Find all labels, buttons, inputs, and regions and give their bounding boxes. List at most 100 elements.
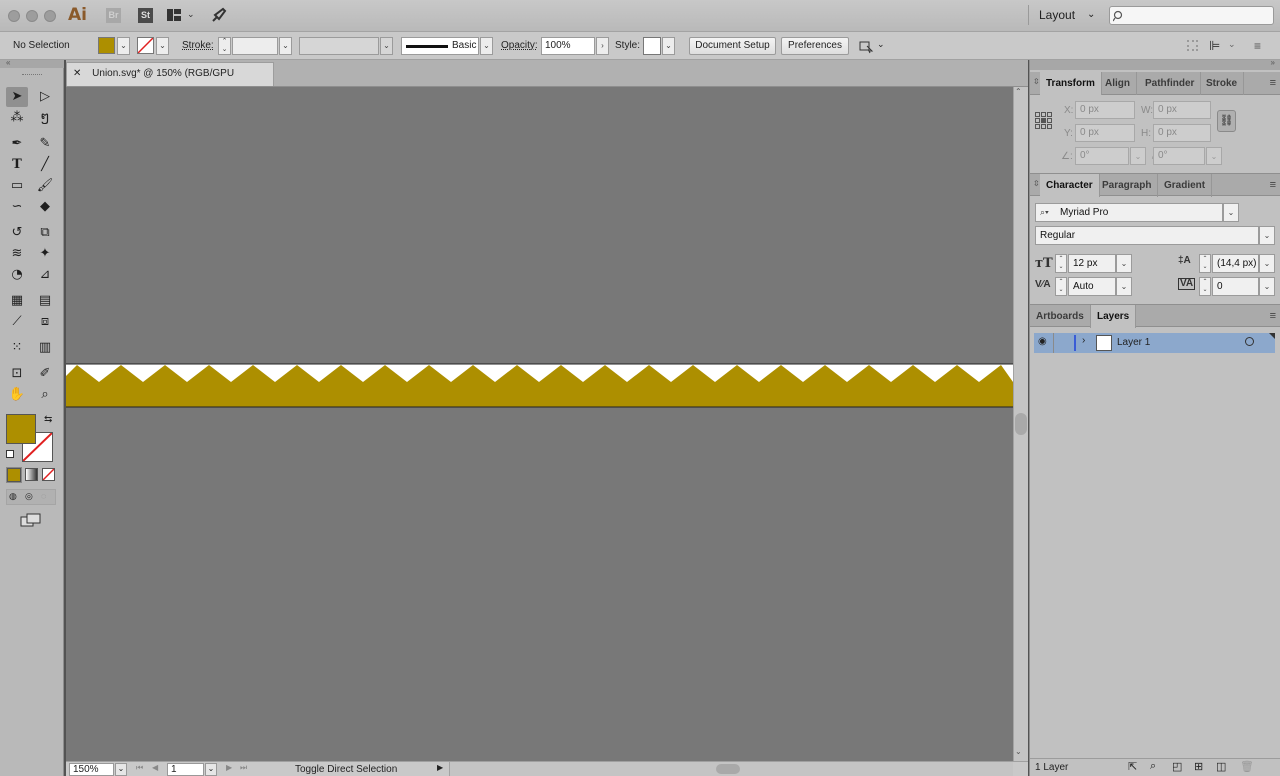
- leading-stepper[interactable]: ⌃ ⌄: [1199, 254, 1211, 273]
- kerning-stepper[interactable]: ⌃ ⌄: [1055, 277, 1067, 296]
- none-mode-button[interactable]: [42, 468, 55, 481]
- draw-behind-icon[interactable]: ◎: [25, 491, 33, 502]
- font-family-dropdown[interactable]: ⌄: [1223, 203, 1239, 222]
- kerning-input[interactable]: Auto: [1068, 277, 1116, 296]
- direct-selection-tool[interactable]: ▷: [34, 87, 56, 107]
- gradient-tool[interactable]: ▤: [34, 291, 56, 311]
- layer-row[interactable]: ◉ › Layer 1: [1034, 333, 1275, 353]
- close-window-button[interactable]: [8, 10, 20, 22]
- help-search-input[interactable]: [1109, 6, 1274, 25]
- paintbrush-tool[interactable]: 🖌: [34, 176, 56, 196]
- tab-paragraph[interactable]: Paragraph: [1096, 174, 1159, 197]
- reference-point-icon[interactable]: [1035, 112, 1052, 129]
- shear-input[interactable]: 0°: [1153, 147, 1205, 165]
- font-size-stepper[interactable]: ⌃ ⌄: [1055, 254, 1067, 273]
- tab-artboards[interactable]: Artboards: [1030, 305, 1091, 328]
- tracking-input[interactable]: 0: [1212, 277, 1259, 296]
- symbol-sprayer-tool[interactable]: ⁙: [6, 338, 28, 358]
- dock-header[interactable]: »: [1030, 58, 1280, 70]
- blend-tool[interactable]: ⧈: [34, 312, 56, 332]
- stroke-weight-dropdown[interactable]: ⌄: [279, 37, 292, 55]
- document-setup-button[interactable]: Document Setup: [689, 37, 776, 55]
- graphic-style-dropdown[interactable]: ⌄: [662, 37, 675, 55]
- clipping-mask-icon[interactable]: ◰: [1172, 760, 1182, 773]
- swap-fill-stroke-icon[interactable]: ⇆: [44, 414, 52, 425]
- screen-mode-icon[interactable]: [20, 513, 42, 527]
- opacity-label[interactable]: Opacity:: [501, 37, 538, 55]
- chevron-down-icon[interactable]: ⌄: [1228, 39, 1236, 50]
- curvature-tool[interactable]: ✎: [34, 134, 56, 154]
- line-segment-tool[interactable]: ╱: [34, 155, 56, 175]
- x-input[interactable]: 0 px: [1075, 101, 1135, 119]
- locate-object-icon[interactable]: ⌕: [1150, 760, 1156, 773]
- shaper-tool[interactable]: ∽: [6, 197, 28, 217]
- eyedropper-tool[interactable]: ⟋: [6, 312, 28, 332]
- lasso-tool[interactable]: ໆ: [34, 108, 56, 128]
- horizontal-scroll-thumb[interactable]: [716, 764, 740, 774]
- workspace-switcher[interactable]: Layout ⌄: [1028, 5, 1100, 25]
- close-tab-icon[interactable]: ✕: [73, 68, 81, 79]
- default-fill-stroke-icon[interactable]: [6, 450, 14, 458]
- control-bar-menu-icon[interactable]: ≡: [1254, 39, 1261, 53]
- first-artboard-icon[interactable]: ⏮: [136, 763, 143, 773]
- shape-builder-tool[interactable]: ◔: [6, 265, 28, 285]
- scale-tool[interactable]: ⧉: [34, 223, 56, 243]
- selection-tool[interactable]: ➤: [6, 87, 28, 107]
- zoom-level-input[interactable]: 150%: [69, 763, 114, 776]
- last-artboard-icon[interactable]: ⏭: [240, 763, 247, 773]
- document-tab[interactable]: ✕ Union.svg* @ 150% (RGB/GPU Preview): [66, 62, 274, 101]
- chevron-down-icon[interactable]: ⌄: [187, 9, 195, 20]
- gpu-performance-icon[interactable]: [211, 7, 227, 23]
- tab-layers[interactable]: Layers: [1091, 305, 1137, 328]
- leading-dropdown[interactable]: ⌄: [1259, 254, 1275, 273]
- graphic-style-swatch[interactable]: [643, 37, 661, 55]
- tab-gradient[interactable]: Gradient: [1158, 174, 1213, 197]
- width-tool[interactable]: ≋: [6, 244, 28, 264]
- bridge-button[interactable]: Br: [106, 8, 121, 23]
- collapse-icon[interactable]: ⇳: [1033, 179, 1040, 188]
- draw-normal-icon[interactable]: ◍: [9, 491, 17, 502]
- brush-dropdown[interactable]: ⌄: [480, 37, 493, 55]
- panel-menu-icon[interactable]: ≡: [1270, 179, 1276, 191]
- scroll-down-icon[interactable]: ⌄: [1015, 747, 1022, 756]
- fill-swatch[interactable]: [98, 37, 115, 54]
- canvas[interactable]: [66, 87, 1013, 761]
- chevron-down-icon[interactable]: ⌄: [877, 39, 885, 50]
- horizontal-scrollbar[interactable]: [449, 762, 1013, 776]
- magic-wand-tool[interactable]: ⁂: [6, 108, 28, 128]
- collapse-icon[interactable]: ⇳: [1033, 77, 1040, 86]
- arrange-documents-icon[interactable]: [167, 9, 181, 21]
- select-similar-icon[interactable]: [858, 38, 874, 54]
- pen-tool[interactable]: ✒: [6, 134, 28, 154]
- lock-column[interactable]: [1053, 333, 1054, 353]
- next-artboard-icon[interactable]: ▶: [226, 763, 232, 772]
- rotate-input[interactable]: 0°: [1075, 147, 1129, 165]
- stroke-label[interactable]: Stroke:: [182, 37, 214, 55]
- kerning-dropdown[interactable]: ⌄: [1116, 277, 1132, 296]
- zoom-window-button[interactable]: [44, 10, 56, 22]
- zoom-tool[interactable]: ⌕: [34, 385, 56, 405]
- font-family-input[interactable]: ⌕▾ Myriad Pro: [1035, 203, 1223, 222]
- brush-definition[interactable]: Basic: [401, 37, 479, 55]
- tab-character[interactable]: Character: [1040, 174, 1100, 197]
- status-menu-icon[interactable]: ▶: [437, 763, 443, 772]
- new-layer-icon[interactable]: ◫: [1216, 760, 1226, 773]
- visibility-eye-icon[interactable]: ◉: [1038, 336, 1047, 347]
- variable-width-dropdown[interactable]: ⌄: [380, 37, 393, 55]
- rectangle-tool[interactable]: ▭: [6, 176, 28, 196]
- artboard-dropdown[interactable]: ⌄: [205, 763, 217, 776]
- stroke-swatch[interactable]: [137, 37, 154, 54]
- new-sublayer-icon[interactable]: ⊞: [1194, 760, 1203, 773]
- w-input[interactable]: 0 px: [1153, 101, 1211, 119]
- isolate-icon[interactable]: [1187, 40, 1198, 51]
- eraser-tool[interactable]: ◆: [34, 197, 56, 217]
- stroke-dropdown[interactable]: ⌄: [156, 37, 169, 55]
- tab-align[interactable]: Align: [1099, 72, 1137, 95]
- layer-target-icon[interactable]: [1245, 337, 1254, 346]
- h-input[interactable]: 0 px: [1153, 124, 1211, 142]
- tools-grip[interactable]: [22, 74, 42, 76]
- color-mode-button[interactable]: [6, 467, 22, 483]
- variable-width-profile[interactable]: [299, 37, 379, 55]
- stroke-weight-stepper[interactable]: ⌃ ⌄: [218, 37, 231, 55]
- expand-layer-icon[interactable]: ›: [1082, 335, 1085, 346]
